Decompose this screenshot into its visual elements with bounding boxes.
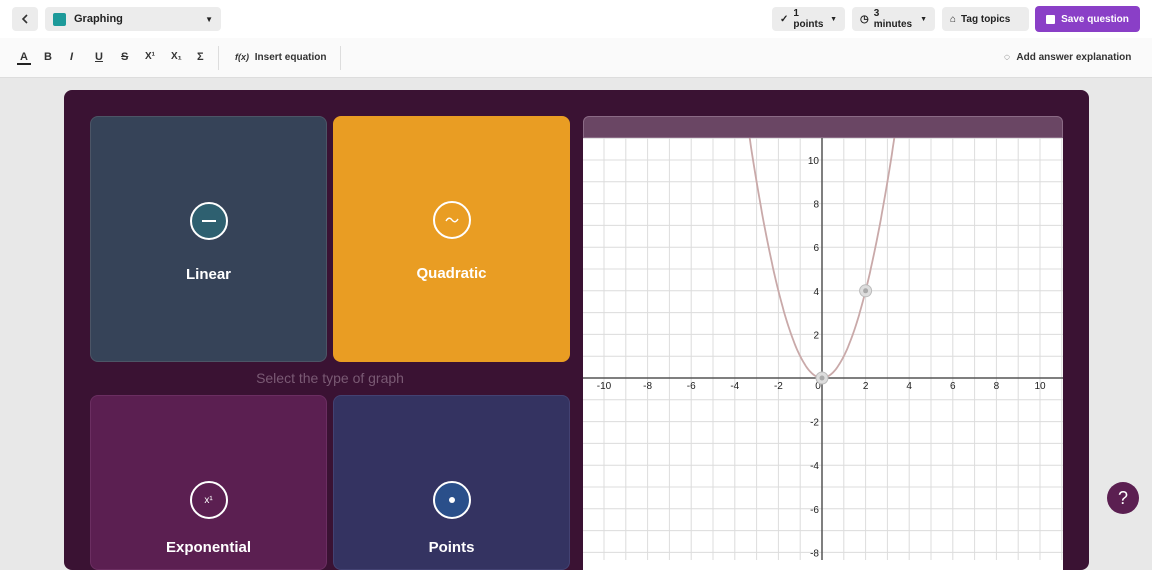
add-explanation-button[interactable]: ◌ Add answer explanation — [1004, 52, 1131, 63]
clock-icon: ◷ — [860, 13, 869, 25]
y-tick-label: -8 — [810, 548, 819, 559]
back-button[interactable] — [12, 7, 38, 31]
x-tick-label: -2 — [774, 381, 783, 392]
insert-equation-label: Insert equation — [254, 52, 327, 63]
lightbulb-icon: ◌ — [1004, 52, 1010, 63]
y-tick-label: -2 — [810, 418, 819, 429]
chevron-down-icon: ▼ — [205, 14, 213, 24]
x-tick-label: 10 — [1034, 381, 1046, 392]
save-question-button[interactable]: Save question — [1035, 6, 1140, 32]
save-icon — [1046, 14, 1056, 24]
chart-icon — [53, 12, 66, 26]
graph-point-center — [819, 375, 825, 381]
graph-header — [583, 116, 1063, 138]
y-tick-label: 8 — [813, 200, 819, 211]
y-tick-label: 6 — [813, 243, 819, 254]
save-label: Save question — [1061, 13, 1129, 25]
x-power-icon: x¹ — [189, 481, 228, 519]
x-tick-label: 8 — [994, 381, 1000, 392]
italic-button[interactable]: I — [70, 51, 73, 63]
toolbar-divider — [340, 46, 341, 70]
graph-type-label: Points — [428, 539, 475, 556]
chevron-down-icon: ▼ — [830, 15, 837, 23]
coordinate-graph[interactable]: -10 -8 -6 -4 -2 0 2 4 6 8 10 10 8 6 4 2 -2 -4 -6 -8 — [581, 110, 1063, 570]
wave-icon — [432, 201, 471, 239]
chevron-left-icon — [21, 14, 28, 24]
strikethrough-button[interactable]: S — [121, 51, 128, 63]
line-icon — [189, 202, 228, 240]
underline-button[interactable]: U — [95, 51, 103, 63]
x-tick-label: 2 — [863, 381, 869, 392]
graph-type-label: Linear — [185, 266, 231, 283]
subscript-button[interactable]: X₁ — [171, 51, 182, 62]
insert-equation-button[interactable]: f(x) Insert equation — [235, 52, 326, 63]
x-tick-label: -6 — [687, 381, 696, 392]
sigma-button[interactable]: Σ — [197, 51, 204, 63]
question-type-label: Graphing — [74, 13, 123, 25]
points-label: 1 points — [793, 8, 824, 30]
graph-type-label: Exponential — [165, 539, 251, 556]
y-tick-label: -4 — [810, 461, 819, 472]
function-icon: f(x) — [235, 52, 249, 62]
y-tick-label: 2 — [813, 330, 819, 341]
graph-type-quadratic[interactable]: Quadratic — [333, 116, 570, 362]
x-tick-label: -8 — [643, 381, 652, 392]
time-label: 3 minutes — [873, 8, 913, 30]
select-graph-prompt: Select the type of graph — [256, 370, 404, 386]
check-icon: ✓ — [780, 13, 789, 25]
x-tick-label: -4 — [730, 381, 739, 392]
dot-icon — [432, 481, 471, 519]
points-select[interactable]: ✓ 1 points ▼ — [772, 7, 845, 31]
graph-type-points[interactable]: Points — [333, 395, 570, 570]
help-button[interactable]: ? — [1107, 482, 1139, 514]
graph-canvas[interactable]: -10 -8 -6 -4 -2 0 2 4 6 8 10108642-2-4-6-8 — [581, 110, 1063, 560]
tag-topics-button[interactable]: ⌂ Tag topics — [942, 7, 1029, 31]
graph-type-label: Quadratic — [416, 265, 487, 282]
graph-type-exponential[interactable]: x¹ Exponential — [90, 395, 327, 570]
add-explanation-label: Add answer explanation — [1016, 52, 1132, 63]
y-tick-label: -6 — [810, 505, 819, 516]
top-bar: Graphing ▼ ✓ 1 points ▼ ◷ 3 minutes ▼ ⌂ … — [0, 0, 1152, 38]
x-tick-label: -10 — [597, 381, 612, 392]
y-tick-label: 4 — [813, 287, 819, 298]
x-tick-label: 4 — [906, 381, 912, 392]
toolbar-divider — [218, 46, 219, 70]
tag-topics-label: Tag topics — [961, 13, 1011, 25]
bold-button[interactable]: B — [44, 51, 52, 63]
y-tick-label: 10 — [808, 156, 820, 167]
formatting-toolbar: A B I U S X¹ X₁ Σ f(x) Insert equation ◌… — [0, 38, 1152, 78]
x-tick-label: 6 — [950, 381, 956, 392]
time-select[interactable]: ◷ 3 minutes ▼ — [852, 7, 935, 31]
superscript-button[interactable]: X¹ — [145, 51, 155, 62]
tag-icon: ⌂ — [950, 13, 957, 25]
question-type-select[interactable]: Graphing ▼ — [45, 7, 221, 31]
text-color-button[interactable]: A — [17, 51, 31, 65]
graph-point-center — [863, 288, 869, 294]
chevron-down-icon: ▼ — [920, 15, 927, 23]
graph-type-linear[interactable]: Linear — [90, 116, 327, 362]
